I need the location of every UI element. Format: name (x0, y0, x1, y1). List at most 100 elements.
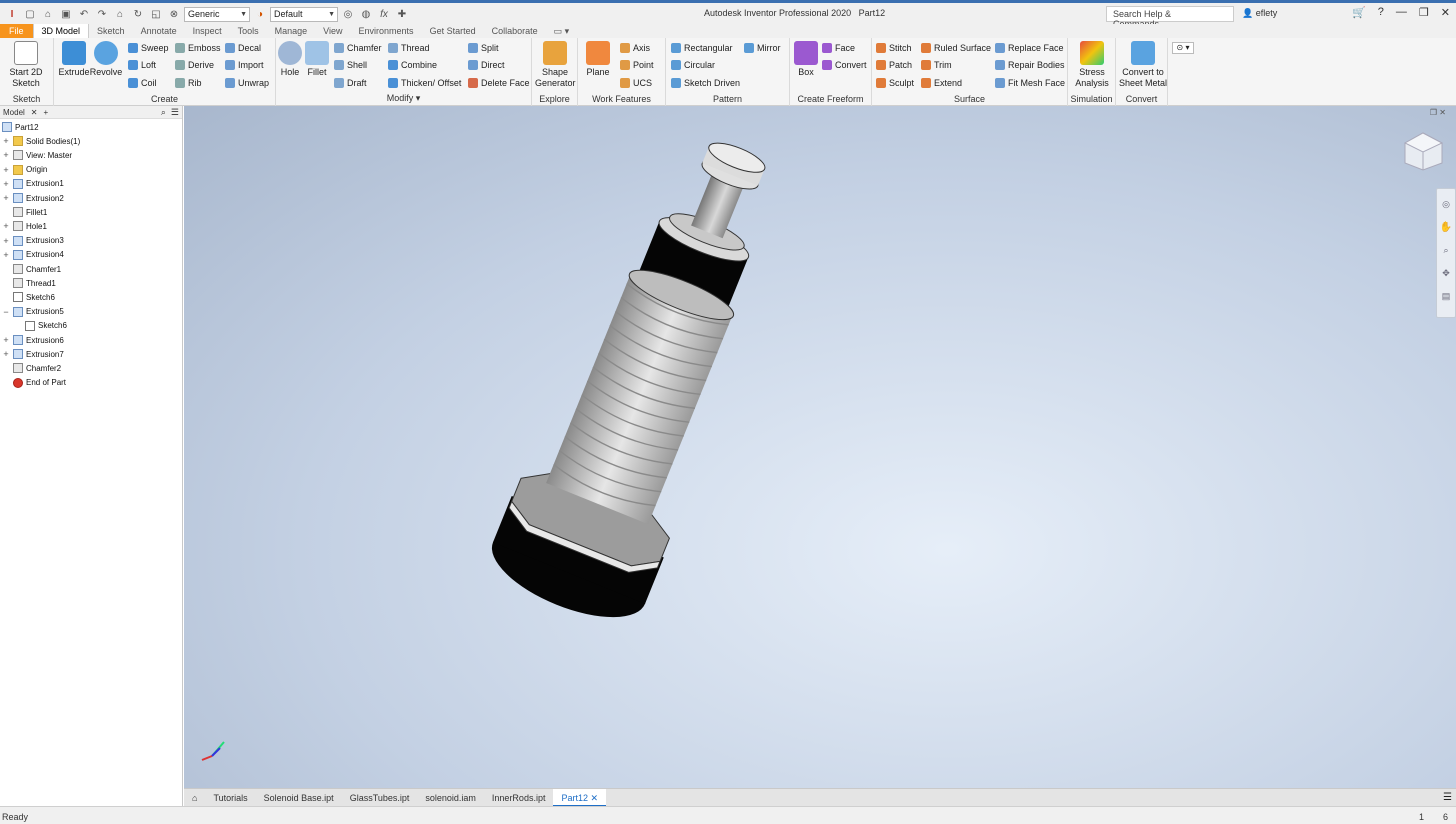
doc-tab[interactable]: solenoid.iam (417, 789, 484, 807)
stitch-button[interactable]: Stitch (876, 41, 912, 55)
open-icon[interactable]: ⌂ (40, 6, 56, 22)
appearance-combo[interactable]: Default ▼ (270, 6, 338, 22)
thread-button[interactable]: Thread (388, 41, 430, 55)
group-label-modify[interactable]: Modify ▾ (276, 93, 531, 104)
derive-button[interactable]: Derive (175, 58, 214, 72)
point-button[interactable]: Point (620, 58, 654, 72)
close-button[interactable]: ✕ (1441, 6, 1450, 19)
trim-button[interactable]: Trim (921, 58, 952, 72)
search-icon[interactable]: ⌕ (161, 107, 166, 118)
tree-item[interactable]: Sketch6 (2, 290, 55, 304)
tab-3d-model[interactable]: 3D Model (32, 24, 90, 38)
axis-button[interactable]: Axis (620, 41, 650, 55)
combine-button[interactable]: Combine (388, 58, 437, 72)
shape-generator-button[interactable]: Shape Generator (535, 41, 576, 89)
look-at-icon[interactable]: ▤ (1437, 291, 1455, 302)
adjust-icon[interactable]: ◎ (340, 6, 356, 22)
ucs-button[interactable]: UCS (620, 76, 652, 90)
tab-environments[interactable]: Environments (351, 24, 422, 38)
expand-icon[interactable]: + (2, 250, 10, 260)
direct-button[interactable]: Direct (468, 58, 505, 72)
sketch-driven-button[interactable]: Sketch Driven (671, 76, 740, 90)
collapse-icon[interactable]: − (2, 307, 10, 317)
import-button[interactable]: Import (225, 58, 264, 72)
appearance-icon[interactable]: ◑ (252, 6, 268, 22)
ilogic-icon[interactable]: ⊗ (166, 6, 182, 22)
ribbon-options-icon[interactable]: ▭ ▾ (546, 24, 578, 38)
unwrap-button[interactable]: Unwrap (225, 76, 269, 90)
steering-wheel-icon[interactable]: ◎ (1437, 199, 1455, 210)
tree-item[interactable]: + Extrusion1 (2, 177, 64, 191)
tab-tools[interactable]: Tools (230, 24, 267, 38)
cart-icon[interactable]: 🛒 (1352, 6, 1366, 19)
chamfer-button[interactable]: Chamfer (334, 41, 382, 55)
start-2d-sketch-button[interactable]: Start 2D Sketch (8, 41, 44, 89)
extrude-button[interactable]: Extrude (56, 41, 92, 78)
sweep-button[interactable]: Sweep (128, 41, 169, 55)
browser-tab-model[interactable]: Model (3, 108, 25, 117)
tree-item[interactable]: End of Part (2, 376, 66, 390)
draft-button[interactable]: Draft (334, 76, 367, 90)
tree-item[interactable]: + Extrusion4 (2, 248, 64, 262)
shell-button[interactable]: Shell (334, 58, 367, 72)
save-icon[interactable]: ▣ (58, 6, 74, 22)
ruled-surface-button[interactable]: Ruled Surface (921, 41, 991, 55)
fillet-button[interactable]: Fillet (299, 41, 335, 78)
face-button[interactable]: Face (822, 41, 855, 55)
minimize-button[interactable]: — (1396, 6, 1407, 19)
tree-item[interactable]: Chamfer1 (2, 262, 61, 276)
circular-button[interactable]: Circular (671, 58, 715, 72)
expand-icon[interactable]: + (2, 349, 10, 359)
tab-get-started[interactable]: Get Started (422, 24, 484, 38)
doc-tab[interactable]: Tutorials (205, 789, 255, 807)
extend-button[interactable]: Extend (921, 76, 962, 90)
expand-icon[interactable]: + (2, 221, 10, 231)
user-account[interactable]: 👤 eflety (1242, 8, 1277, 19)
viewport-float-icon[interactable]: ❐ ✕ (1430, 108, 1446, 117)
patch-button[interactable]: Patch (876, 58, 912, 72)
tree-item[interactable]: Sketch6 (14, 319, 67, 333)
box-button[interactable]: Box (788, 41, 824, 78)
tree-item[interactable]: + Solid Bodies(1) (2, 134, 80, 148)
tree-item[interactable]: Thread1 (2, 276, 56, 290)
expand-icon[interactable]: + (2, 236, 10, 246)
tabs-menu-icon[interactable]: ☰ (1443, 792, 1452, 803)
expand-icon[interactable]: + (2, 193, 10, 203)
add-icon[interactable]: ✚ (394, 6, 410, 22)
expand-icon[interactable]: + (2, 179, 10, 189)
parameters-icon[interactable]: fx (376, 6, 392, 22)
loft-button[interactable]: Loft (128, 58, 156, 72)
rib-button[interactable]: Rib (175, 76, 202, 90)
fit-mesh-face-button[interactable]: Fit Mesh Face (995, 76, 1065, 90)
plane-button[interactable]: Plane (580, 41, 616, 78)
tree-item[interactable]: + Extrusion3 (2, 234, 64, 248)
revolve-button[interactable]: Revolve (88, 41, 124, 78)
graphics-viewport[interactable]: ❐ ✕ (184, 106, 1456, 788)
material-combo[interactable]: Generic ▼ (184, 6, 250, 22)
sculpt-button[interactable]: Sculpt (876, 76, 914, 90)
tab-inspect[interactable]: Inspect (185, 24, 230, 38)
repair-bodies-button[interactable]: Repair Bodies (995, 58, 1065, 72)
tree-item[interactable]: Chamfer2 (2, 361, 61, 375)
tree-item[interactable]: Part12 (2, 120, 39, 134)
close-icon[interactable]: ✕ (591, 793, 599, 803)
home-icon[interactable]: ⌂ (184, 789, 205, 807)
coil-button[interactable]: Coil (128, 76, 157, 90)
tree-item[interactable]: + View: Master (2, 148, 72, 162)
tab-file[interactable]: File (0, 24, 33, 38)
help-icon[interactable]: ? (1378, 6, 1384, 19)
tab-sketch[interactable]: Sketch (89, 24, 133, 38)
emboss-button[interactable]: Emboss (175, 41, 221, 55)
search-help-input[interactable]: Search Help & Commands... (1106, 6, 1234, 29)
doc-tab[interactable]: GlassTubes.ipt (342, 789, 418, 807)
close-icon[interactable]: ✕ (31, 108, 38, 117)
doc-tab-active[interactable]: Part12 ✕ (553, 788, 607, 807)
ribbon-customize-icon[interactable]: ⊙ ▾ (1172, 42, 1194, 54)
tree-item[interactable]: + Origin (2, 163, 47, 177)
decal-button[interactable]: Decal (225, 41, 261, 55)
inventor-logo-icon[interactable]: I (4, 6, 20, 22)
stress-analysis-button[interactable]: Stress Analysis (1074, 41, 1110, 89)
menu-icon[interactable]: ☰ (171, 107, 179, 118)
tree-item[interactable]: + Extrusion2 (2, 191, 64, 205)
tree-item[interactable]: + Extrusion7 (2, 347, 64, 361)
